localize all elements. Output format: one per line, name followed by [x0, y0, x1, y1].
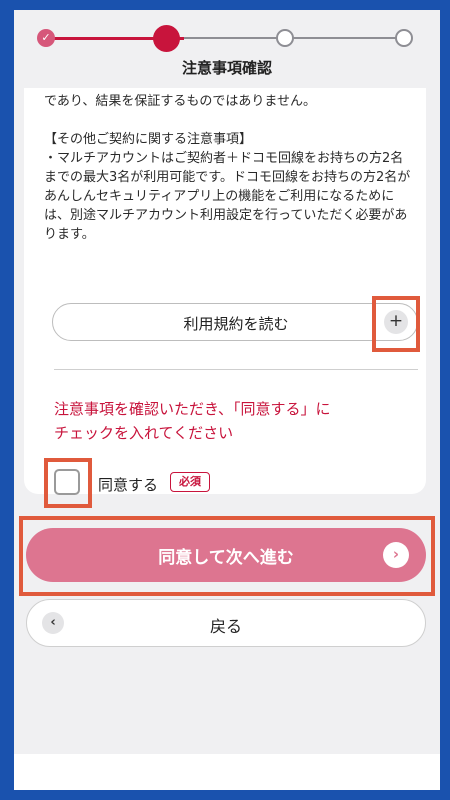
bottom-bar [14, 754, 440, 790]
step-3-pending [276, 29, 294, 47]
notice-text: であり、結果を保証するものではありません。 【その他ご契約に関する注意事項】 ・… [44, 94, 411, 242]
agree-next-button[interactable]: 同意して次へ進む › [26, 528, 426, 582]
highlight-box-plus [372, 296, 420, 352]
read-terms-label: 利用規約を読む [183, 315, 289, 333]
divider [54, 369, 418, 370]
agreement-card: であり、結果を保証するものではありません。 【その他ご契約に関する注意事項】 ・… [24, 50, 426, 508]
progress-stepper: ✓ 注意事項確認 [14, 10, 440, 88]
back-button[interactable]: ‹ 戻る [26, 599, 426, 647]
agree-next-label: 同意して次へ進む [158, 548, 294, 568]
chevron-right-icon: › [383, 542, 409, 568]
agree-label[interactable]: 同意する [98, 474, 158, 495]
highlight-box-checkbox [44, 458, 92, 508]
step-4-pending [395, 29, 413, 47]
stepper-line-pending [184, 37, 404, 39]
step-1-check-icon: ✓ [37, 29, 55, 47]
agree-instruction: 注意事項を確認いただき、「同意する」に チェックを入れてください [54, 400, 331, 442]
back-label: 戻る [209, 617, 242, 636]
app-frame: であり、結果を保証するものではありません。 【その他ご契約に関する注意事項】 ・… [14, 10, 440, 790]
current-step-label: 注意事項確認 [181, 59, 272, 77]
step-2-current [153, 25, 180, 52]
read-terms-button[interactable]: 利用規約を読む [52, 303, 418, 341]
required-badge: 必須 [170, 472, 210, 492]
